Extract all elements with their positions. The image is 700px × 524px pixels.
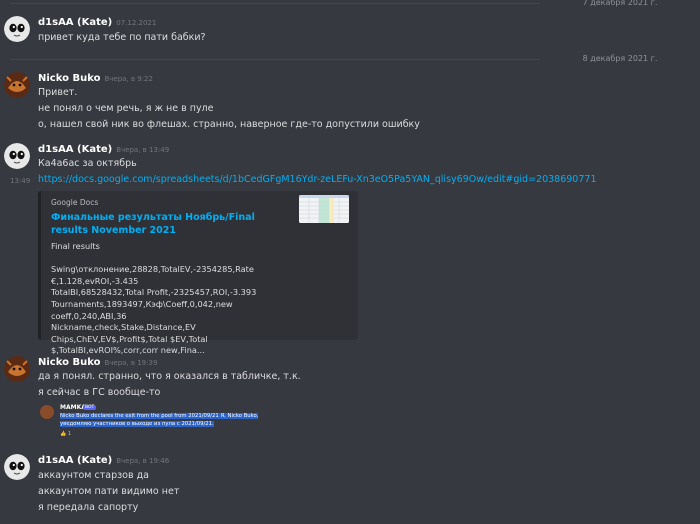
timestamp: 07.12.2021 (116, 19, 157, 27)
skull-avatar-icon (4, 16, 30, 42)
date-divider: 8 декабря 2021 г. (0, 52, 700, 66)
message-text: Привет. (38, 87, 78, 98)
message-text: о, нашел свой ник во флешах. странно, на… (38, 119, 420, 130)
username[interactable]: d1sAA (Kate) Вчера, в 13:49 (38, 144, 169, 155)
avatar[interactable] (4, 143, 30, 169)
quoted-screenshot[interactable]: MAMKA BOT Nicko Buko declares the exit f… (40, 404, 275, 438)
username[interactable]: Nicko Buko Вчера, в 19:39 (38, 357, 157, 368)
message-text: аккаунтом пати видимо нет (38, 486, 180, 497)
message-text: да я понял. странно, что я оказался в та… (38, 371, 301, 382)
author-name[interactable]: d1sAA (Kate) (38, 455, 112, 466)
author-name[interactable]: Nicko Buko (38, 73, 100, 84)
username[interactable]: d1sAA (Kate) 07.12.2021 (38, 17, 156, 28)
embed-description: Final results Swing\отклонение,28828,Tot… (51, 241, 257, 356)
avatar[interactable] (4, 72, 30, 98)
message-text: не понял о чем речь, я ж не в пуле (38, 103, 214, 114)
avatar[interactable] (4, 356, 30, 382)
author-name[interactable]: Nicko Buko (38, 357, 100, 368)
embed-title[interactable]: Финальные результаты Ноябрь/Final result… (51, 211, 271, 237)
skull-avatar-icon (4, 454, 30, 480)
orange-creature-avatar-icon (4, 72, 30, 98)
timestamp: Вчера, в 9:22 (104, 75, 153, 83)
message-text: я сейчас в ГС вообще-то (38, 387, 161, 398)
message-text: привет куда тебе по пати бабки? (38, 32, 206, 43)
embed-provider[interactable]: Google Docs (51, 198, 98, 207)
embed-thumbnail[interactable] (299, 195, 349, 223)
timestamp: Вчера, в 19:46 (116, 457, 170, 465)
username[interactable]: d1sAA (Kate) Вчера, в 19:46 (38, 455, 169, 466)
bot-avatar-icon (40, 405, 54, 419)
timestamp: Вчера, в 19:39 (104, 359, 158, 367)
date-divider-label: 7 декабря 2021 г. (540, 0, 700, 10)
highlighted-text: Nicko Buko declares the exit from the po… (60, 413, 259, 427)
orange-creature-avatar-icon (4, 356, 30, 382)
avatar[interactable] (4, 454, 30, 480)
author-name[interactable]: d1sAA (Kate) (38, 17, 112, 28)
author-name[interactable]: d1sAA (Kate) (38, 144, 112, 155)
quoted-text: Nicko Buko declares the exit from the po… (60, 412, 280, 428)
username[interactable]: Nicko Buko Вчера, в 9:22 (38, 73, 153, 84)
spreadsheet-link[interactable]: https://docs.google.com/spreadsheets/d/1… (38, 174, 596, 185)
hover-timestamp: 13:49 (10, 177, 31, 185)
avatar[interactable] (4, 16, 30, 42)
timestamp: Вчера, в 13:49 (116, 146, 170, 154)
message-text: я передала сапорту (38, 502, 139, 513)
thumbs-up-icon: 👍 (60, 431, 67, 437)
link-embed: Google Docs Финальные результаты Ноябрь/… (38, 191, 358, 355)
reaction: 👍 1 (60, 431, 71, 437)
reaction-count: 1 (67, 431, 72, 437)
bot-badge: BOT (83, 405, 97, 410)
spreadsheet-thumbnail-icon (299, 195, 349, 223)
date-divider-label: 8 декабря 2021 г. (540, 52, 700, 66)
skull-avatar-icon (4, 143, 30, 169)
message-text: аккаунтом старзов да (38, 470, 149, 481)
quoted-author: MAMKA (60, 404, 86, 411)
message-text: Ка4а6ас за октябрь (38, 158, 137, 169)
date-divider: 7 декабря 2021 г. (0, 0, 700, 10)
